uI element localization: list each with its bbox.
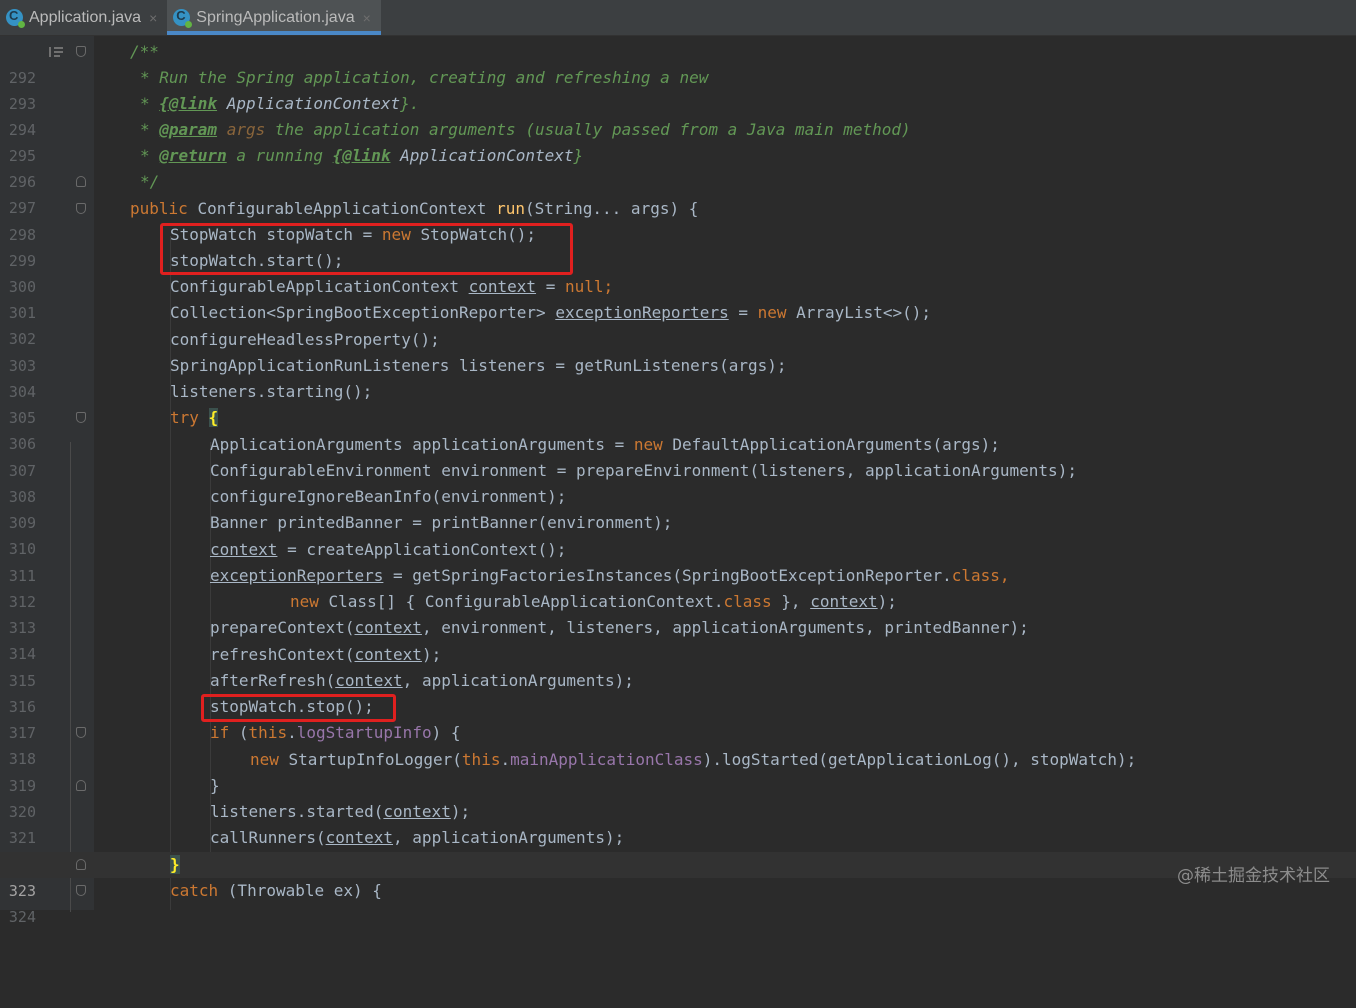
code-text: ConfigurableEnvironment environment = pr… (210, 461, 1077, 480)
code-line-319[interactable]: 319 new StartupInfoLogger(this.mainAppli… (0, 747, 1356, 795)
close-icon[interactable]: × (149, 10, 157, 26)
code-text: ConfigurableApplicationContext context =… (170, 277, 614, 296)
fold-icon[interactable] (76, 176, 86, 187)
code-line-296[interactable]: 296 * @return a running {@link Applicati… (0, 143, 1356, 191)
code-line-324[interactable]: 324 catch (Throwable ex) { (0, 878, 1356, 926)
tab-label: Application.java (29, 8, 142, 26)
code-line-306[interactable]: 306 try { (0, 405, 1356, 453)
code-text: listeners.starting(); (170, 382, 373, 401)
code-line-318[interactable]: 318 if (this.logStartupInfo) { (0, 720, 1356, 768)
fold-icon[interactable] (76, 727, 86, 738)
tab-label: SpringApplication.java (196, 8, 355, 26)
code-text: /** (130, 42, 159, 61)
code-text: SpringApplicationRunListeners listeners … (170, 356, 787, 375)
code-line-293[interactable]: 293 * Run the Spring application, creati… (0, 65, 1356, 113)
code-line-323[interactable]: 323 } (0, 852, 1356, 900)
fold-icon[interactable] (76, 859, 86, 870)
code-line-308[interactable]: 308 ConfigurableEnvironment environment … (0, 458, 1356, 506)
code-text: * Run the Spring application, creating a… (140, 68, 709, 87)
code-line-292[interactable]: 292 /** (0, 39, 1356, 87)
code-text: Collection<SpringBootExceptionReporter> … (170, 303, 931, 322)
code-text: refreshContext(context); (210, 645, 442, 664)
code-text: catch (Throwable ex) { (170, 881, 382, 900)
code-line-302[interactable]: 302 Collection<SpringBootExceptionReport… (0, 300, 1356, 348)
code-text: * @param args the application arguments … (140, 120, 911, 139)
code-line-303[interactable]: 303 configureHeadlessProperty(); (0, 327, 1356, 375)
java-class-icon (173, 8, 193, 28)
fold-icon[interactable] (76, 46, 86, 57)
code-text: prepareContext(context, environment, lis… (210, 618, 1029, 637)
code-line-309[interactable]: 309 configureIgnoreBeanInfo(environment)… (0, 484, 1356, 532)
code-text: } (210, 776, 220, 795)
fold-icon[interactable] (76, 885, 86, 896)
code-text: listeners.started(context); (210, 802, 471, 821)
code-line-307[interactable]: 307 ApplicationArguments applicationArgu… (0, 432, 1356, 480)
code-line-314[interactable]: 314 prepareContext(context, environment,… (0, 615, 1356, 663)
code-text: configureHeadlessProperty(); (170, 330, 440, 349)
code-line-322[interactable]: 322 callRunners(context, applicationArgu… (0, 825, 1356, 873)
tab-springapplication-java[interactable]: SpringApplication.java × (167, 0, 381, 35)
highlight-box-stopwatch-start (160, 223, 573, 275)
doc-render-icon[interactable] (49, 47, 63, 57)
editor-tab-bar: Application.java × SpringApplication.jav… (0, 0, 1356, 36)
code-text: afterRefresh(context, applicationArgumen… (210, 671, 634, 690)
code-text: exceptionReporters = getSpringFactoriesI… (210, 566, 1010, 585)
code-line-312[interactable]: 312 exceptionReporters = getSpringFactor… (0, 563, 1356, 611)
code-line-295[interactable]: 295 * @param args the application argume… (0, 117, 1356, 165)
close-icon[interactable]: × (363, 10, 371, 26)
code-line-320[interactable]: 320 } (0, 773, 1356, 821)
code-line-316[interactable]: 316 afterRefresh(context, applicationArg… (0, 668, 1356, 716)
code-text: * @return a running {@link ApplicationCo… (140, 146, 584, 165)
code-line-305[interactable]: 305 listeners.starting(); (0, 379, 1356, 427)
code-line-310[interactable]: 310 Banner printedBanner = printBanner(e… (0, 510, 1356, 558)
fold-icon[interactable] (76, 412, 86, 423)
code-text: ApplicationArguments applicationArgument… (210, 435, 1000, 454)
code-editor[interactable]: 292 /** 293 * Run the Spring application… (0, 36, 1356, 926)
java-class-icon (6, 8, 25, 28)
code-line-321[interactable]: 321 listeners.started(context); (0, 799, 1356, 847)
code-text: Banner printedBanner = printBanner(envir… (210, 513, 673, 532)
tab-application-java[interactable]: Application.java × (0, 0, 167, 35)
code-text: public ConfigurableApplicationContext ru… (130, 199, 699, 218)
code-line-315[interactable]: 315 refreshContext(context); (0, 642, 1356, 690)
code-text: if (this.logStartupInfo) { (210, 723, 461, 742)
line-number: 324 (8, 908, 36, 926)
code-line-311[interactable]: 311 context = createApplicationContext()… (0, 537, 1356, 585)
fold-icon[interactable] (76, 780, 86, 791)
code-line-313[interactable]: 313 new Class[] { ConfigurableApplicatio… (0, 589, 1356, 637)
code-text: configureIgnoreBeanInfo(environment); (210, 487, 567, 506)
code-text: callRunners(context, applicationArgument… (210, 828, 625, 847)
code-text: } (170, 855, 180, 874)
code-line-297[interactable]: 297 */ (0, 169, 1356, 217)
code-text: new StartupInfoLogger(this.mainApplicati… (250, 750, 1137, 769)
code-text: * {@link ApplicationContext}. (140, 94, 420, 113)
code-text: try { (170, 408, 219, 427)
code-line-301[interactable]: 301 ConfigurableApplicationContext conte… (0, 274, 1356, 322)
highlight-box-stopwatch-stop (201, 694, 396, 722)
code-line-304[interactable]: 304 SpringApplicationRunListeners listen… (0, 353, 1356, 401)
watermark: @稀土掘金技术社区 (1177, 866, 1330, 886)
fold-icon[interactable] (76, 203, 86, 214)
code-text: */ (140, 172, 160, 191)
code-line-294[interactable]: 294 * {@link ApplicationContext}. (0, 91, 1356, 139)
code-line-298[interactable]: 298 public ConfigurableApplicationContex… (0, 196, 1356, 244)
code-text: context = createApplicationContext(); (210, 540, 567, 559)
code-text: new Class[] { ConfigurableApplicationCon… (290, 592, 897, 611)
